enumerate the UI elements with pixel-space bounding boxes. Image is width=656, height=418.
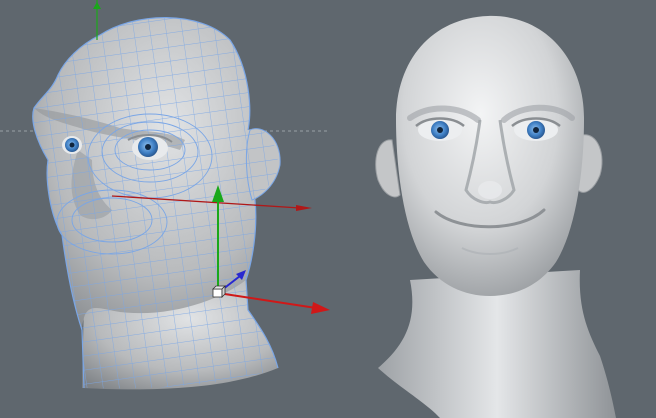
viewport-scene[interactable] (0, 0, 656, 418)
wireframe-head-model[interactable] (20, 0, 300, 400)
scene-x-axis-arrow (296, 205, 312, 211)
smooth-head-model[interactable] (375, 15, 616, 418)
scene-y-axis-arrow (93, 2, 101, 9)
cube-origin-icon[interactable] (212, 285, 226, 298)
3d-viewport[interactable] (0, 0, 656, 418)
smooth-left-ear (375, 139, 401, 198)
gizmo-x-arrowhead[interactable] (311, 302, 330, 314)
wireframe-mesh-overlay (32, 17, 279, 389)
smooth-nose-tip (478, 181, 502, 199)
wireframe-left-eye (62, 136, 82, 154)
